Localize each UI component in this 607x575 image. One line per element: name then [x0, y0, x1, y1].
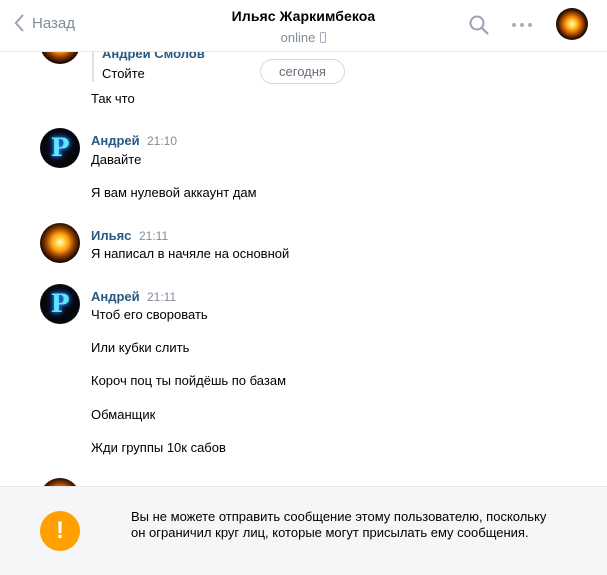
message-author[interactable]: Ильяс [91, 228, 131, 243]
header-avatar[interactable] [556, 8, 588, 40]
message-text: Чтоб его своровать [91, 307, 208, 322]
avatar[interactable] [40, 478, 80, 486]
online-status-label: online [280, 30, 316, 45]
search-icon[interactable] [468, 14, 490, 36]
p-logo-icon: P [50, 132, 70, 162]
exclamation-icon: ! [40, 511, 80, 551]
send-restriction-notice: ! Вы не можете отправить сообщение этому… [0, 486, 607, 575]
online-status: online [281, 30, 327, 45]
p-logo-icon: P [50, 288, 70, 318]
avatar[interactable]: P [40, 284, 80, 324]
quote-text: Стойте [102, 66, 145, 81]
message-text: Короч поц ты пойдёшь по базам [91, 373, 286, 388]
restriction-text: Вы не можете отправить сообщение этому п… [131, 509, 547, 540]
message-author[interactable]: Андрей [91, 289, 140, 304]
message-text: Жди группы 10к сабов [91, 440, 226, 455]
quote-bar [92, 52, 94, 82]
message-time[interactable]: 21:11 [147, 290, 176, 304]
quote-author[interactable]: Андрей Смолов [102, 52, 205, 61]
date-separator[interactable]: сегодня [260, 59, 345, 84]
message-text: Я написал в начяле на основной [91, 246, 290, 261]
more-options-icon[interactable] [510, 16, 534, 34]
message-text: Или кубки слить [91, 340, 190, 355]
avatar[interactable] [40, 52, 80, 64]
message-time[interactable]: 21:10 [147, 134, 177, 148]
message-time[interactable]: 21:11 [139, 229, 168, 243]
message-text: Я вам нулевой аккаунт дам [91, 185, 257, 200]
avatar[interactable]: P [40, 128, 80, 168]
message-author[interactable]: Андрей [91, 133, 140, 148]
message-text: Давайте [91, 152, 142, 167]
message-text: Обманщик [91, 407, 156, 422]
message-text: Так что [91, 91, 135, 106]
mobile-icon [320, 32, 327, 43]
avatar[interactable] [40, 223, 80, 263]
chat-header: Назад Ильяс Жаркимбекоа online [0, 0, 607, 52]
message-history[interactable]: Андрей Смолов Стойте сегодня Так что P А… [0, 52, 607, 486]
